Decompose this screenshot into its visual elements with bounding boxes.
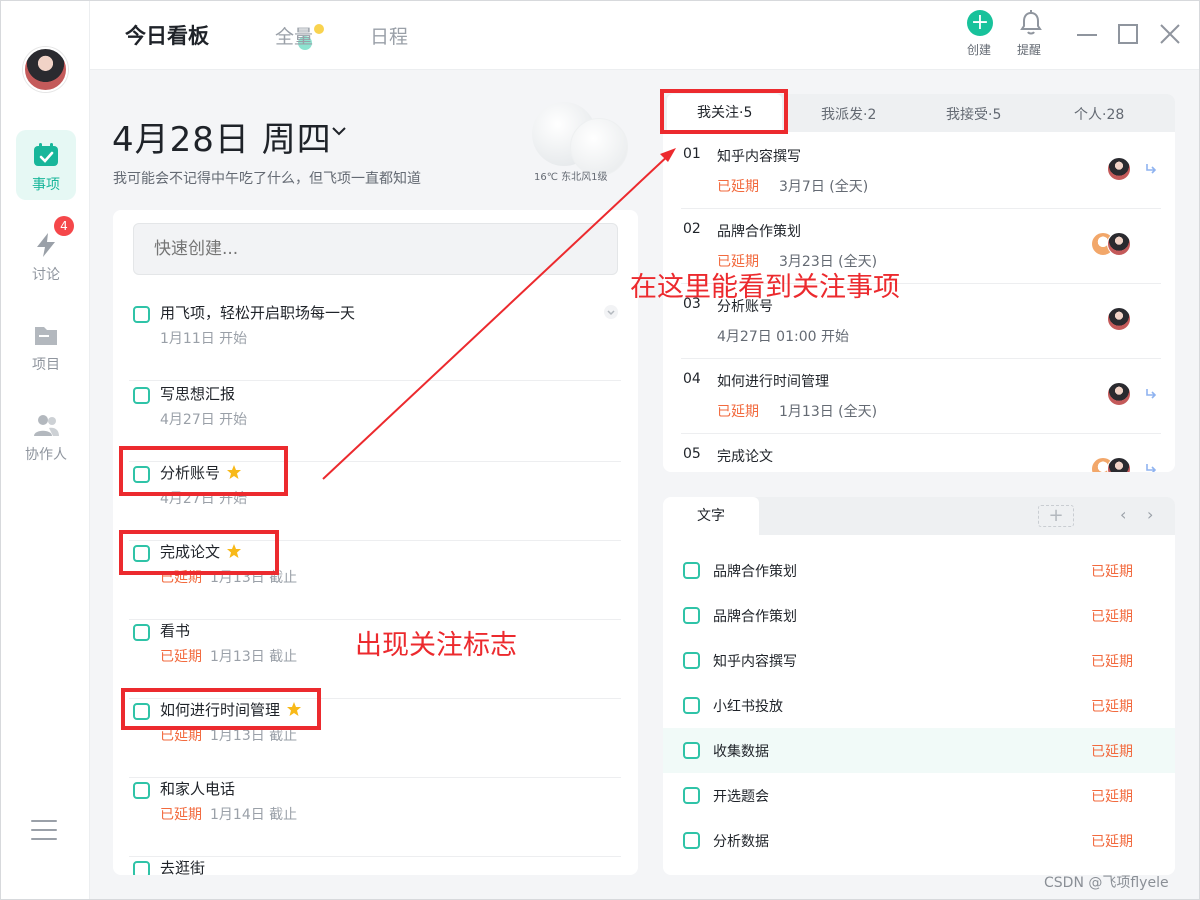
annotation-text: 在这里能看到关注事项 xyxy=(630,272,900,303)
annotation-box xyxy=(119,446,288,496)
annotation-box xyxy=(119,530,279,575)
annotation-box xyxy=(660,89,788,134)
annotation-text: 出现关注标志 xyxy=(355,630,517,661)
annotation-box xyxy=(121,688,321,730)
